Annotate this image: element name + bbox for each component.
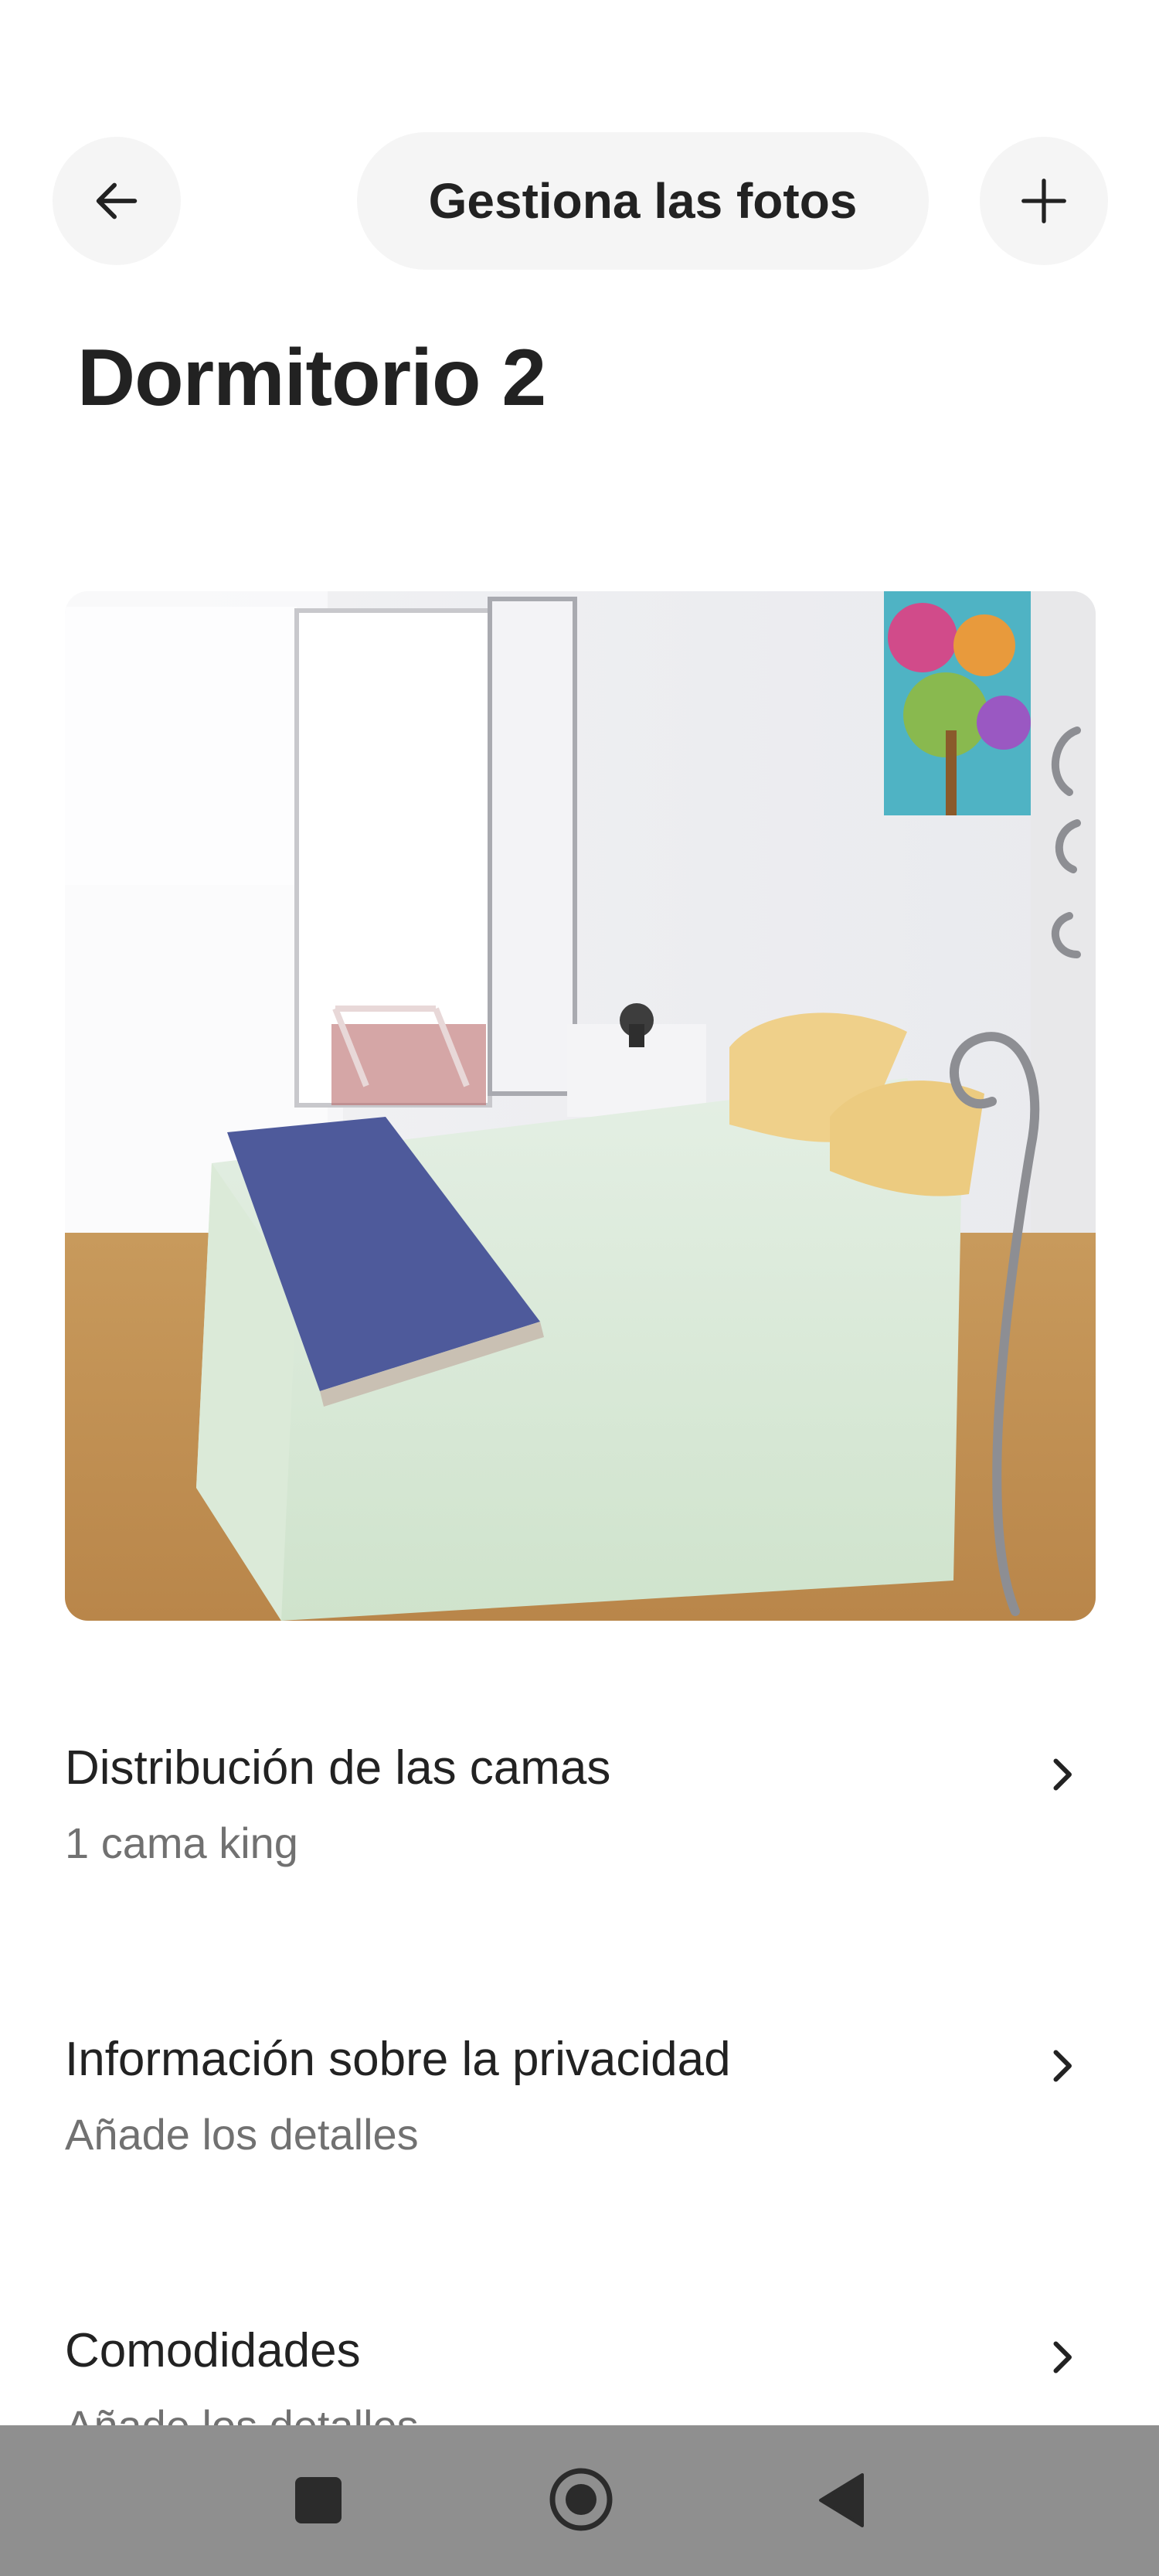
list-item-bed-layout[interactable]: Distribución de las camas 1 cama king — [65, 1741, 1096, 1934]
manage-photos-label: Gestiona las fotos — [428, 173, 858, 229]
chevron-right-icon — [1053, 2341, 1072, 2374]
plus-icon — [1021, 179, 1066, 223]
back-button[interactable] — [53, 137, 181, 265]
chevron-right-icon — [1053, 2050, 1072, 2082]
row-subtitle: 1 cama king — [65, 1819, 298, 1867]
system-navigation-bar — [0, 2425, 1159, 2576]
row-subtitle: Añade los detalles — [65, 2110, 419, 2159]
square-recents-icon[interactable] — [295, 2477, 342, 2523]
chevron-right-icon — [1053, 1758, 1072, 1791]
row-title: Comodidades — [65, 2324, 361, 2377]
manage-photos-button[interactable]: Gestiona las fotos — [357, 132, 929, 270]
circle-home-icon[interactable] — [549, 2467, 613, 2532]
list-item-privacy[interactable]: Información sobre la privacidad Añade lo… — [65, 2032, 1096, 2225]
page-title: Dormitorio 2 — [77, 333, 546, 423]
bedroom-photo[interactable] — [65, 591, 1096, 1621]
row-title: Información sobre la privacidad — [65, 2033, 731, 2086]
row-title: Distribución de las camas — [65, 1741, 611, 1795]
bedroom-illustration — [65, 591, 1096, 1621]
add-photo-button[interactable] — [980, 137, 1108, 265]
screen: Gestiona las fotos Dormitorio 2 Distribu… — [0, 0, 1159, 2576]
arrow-left-icon — [96, 182, 138, 219]
triangle-back-icon[interactable] — [817, 2473, 864, 2527]
